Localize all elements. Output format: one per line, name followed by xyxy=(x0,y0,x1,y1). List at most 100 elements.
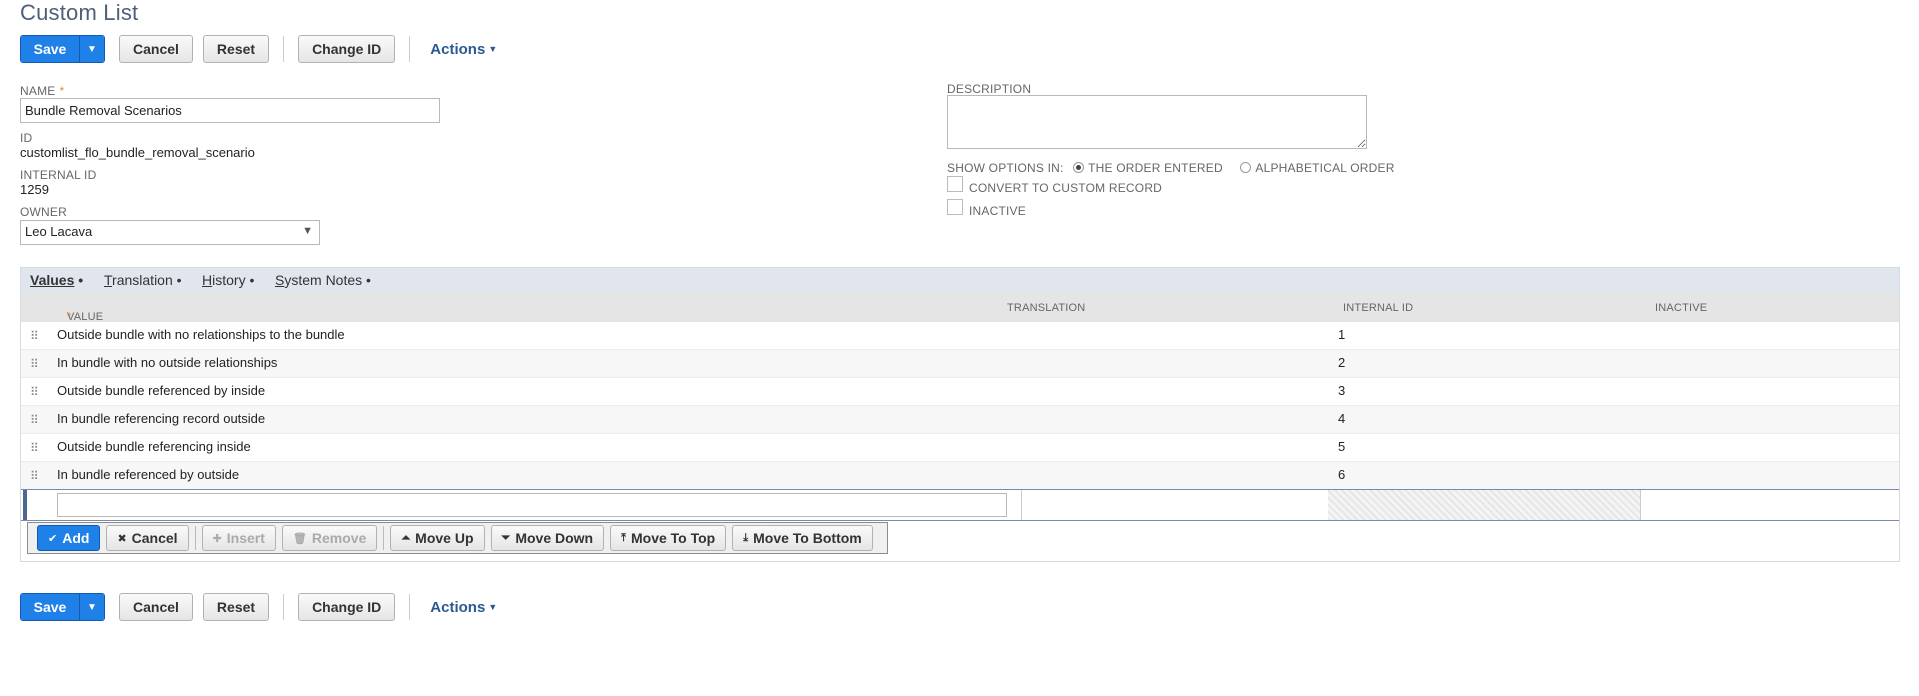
show-options-label: SHOW OPTIONS IN: THE ORDER ENTERED ALPHA… xyxy=(947,161,1395,175)
toolbar-separator xyxy=(283,36,285,62)
actions-label: Actions xyxy=(430,40,486,58)
row-internal-id: 1 xyxy=(1338,327,1346,342)
edit-row-indicator xyxy=(23,490,27,520)
drag-handle-icon[interactable]: ⠿ xyxy=(30,413,39,427)
save-button[interactable]: Save ▼ xyxy=(20,35,105,63)
internal-id-value: 1259 xyxy=(20,182,49,197)
inactive-checkbox[interactable] xyxy=(947,199,963,215)
save-dropdown-icon[interactable]: ▼ xyxy=(79,36,104,62)
toolbar-separator xyxy=(283,594,285,620)
plus-icon: ✚ xyxy=(212,532,222,545)
drag-handle-icon[interactable]: ⠿ xyxy=(30,469,39,483)
internal-id-label: INTERNAL ID xyxy=(20,168,97,182)
description-field[interactable] xyxy=(947,95,1367,149)
tab-values[interactable]: Values • xyxy=(30,272,83,288)
col-inactive: INACTIVE xyxy=(1655,302,1708,314)
drag-handle-icon[interactable]: ⠿ xyxy=(30,441,39,455)
new-translation-cell[interactable] xyxy=(1021,490,1342,520)
tab-translation-label: ranslation xyxy=(112,272,173,288)
change-id-button[interactable]: Change ID xyxy=(298,35,396,63)
owner-select[interactable]: Leo Lacava ▼ xyxy=(20,220,320,245)
table-row[interactable]: ⠿ In bundle with no outside relationship… xyxy=(21,350,1899,378)
bottom-toolbar: Save ▼ Cancel Reset Change ID Actions ▼ xyxy=(20,592,497,622)
row-internal-id: 5 xyxy=(1338,439,1346,454)
cancel-line-button[interactable]: ✖ Cancel xyxy=(106,525,189,551)
name-label-text: NAME xyxy=(20,84,56,98)
actions-menu[interactable]: Actions ▼ xyxy=(430,41,497,58)
save-button[interactable]: Save ▼ xyxy=(20,593,105,621)
tab-history[interactable]: History • xyxy=(202,272,254,288)
tab-values-accesskey: V xyxy=(30,272,39,288)
col-internal-id: INTERNAL ID xyxy=(1343,302,1414,314)
reset-button[interactable]: Reset xyxy=(202,35,270,63)
table-row[interactable]: ⠿ Outside bundle with no relationships t… xyxy=(21,322,1899,350)
name-field[interactable] xyxy=(20,98,440,123)
reset-button[interactable]: Reset xyxy=(202,593,270,621)
remove-label: Remove xyxy=(311,530,367,546)
move-down-button[interactable]: ⏷ Move Down xyxy=(490,525,605,551)
insert-label: Insert xyxy=(226,530,265,546)
move-up-label: Move Up xyxy=(415,530,474,546)
add-line-button[interactable]: ✔ Add xyxy=(37,525,101,551)
row-value: Outside bundle referenced by inside xyxy=(57,383,266,398)
actions-label: Actions xyxy=(430,598,486,616)
save-button-label[interactable]: Save xyxy=(21,594,79,620)
change-id-button[interactable]: Change ID xyxy=(298,593,396,621)
remove-line-button[interactable]: 🗑 Remove xyxy=(281,525,378,551)
table-row[interactable]: ⠿ In bundle referenced by outside 6 xyxy=(21,462,1899,490)
move-top-icon: ⤒ xyxy=(621,531,626,544)
row-internal-id: 4 xyxy=(1338,411,1346,426)
row-internal-id: 3 xyxy=(1338,383,1346,398)
convert-label: CONVERT TO CUSTOM RECORD xyxy=(969,181,1163,195)
order-entered-label: THE ORDER ENTERED xyxy=(1088,161,1223,175)
save-button-label[interactable]: Save xyxy=(21,36,79,62)
check-icon: ✔ xyxy=(48,532,58,545)
tab-history-label: istory xyxy=(212,272,246,288)
move-to-top-button[interactable]: ⤒ Move To Top xyxy=(610,525,727,551)
move-bottom-icon: ⤓ xyxy=(743,531,749,544)
tab-translation[interactable]: Translation • xyxy=(104,272,182,288)
cancel-button[interactable]: Cancel xyxy=(119,35,193,63)
id-label: ID xyxy=(20,131,33,145)
radio-alphabetical[interactable] xyxy=(1240,162,1252,173)
save-dropdown-icon[interactable]: ▼ xyxy=(79,594,104,620)
top-toolbar: Save ▼ Cancel Reset Change ID Actions ▼ xyxy=(20,34,497,64)
move-down-label: Move Down xyxy=(515,530,594,546)
tab-system-notes-label: ystem Notes xyxy=(284,272,363,288)
table-row[interactable]: ⠿ In bundle referencing record outside 4 xyxy=(21,406,1899,434)
trash-icon: 🗑 xyxy=(292,532,307,545)
row-value: In bundle referencing record outside xyxy=(57,411,266,426)
cancel-button[interactable]: Cancel xyxy=(119,593,193,621)
move-up-button[interactable]: ⏶ Move Up xyxy=(390,525,485,551)
convert-checkbox[interactable] xyxy=(947,176,963,192)
insert-line-button[interactable]: ✚ Insert xyxy=(201,525,276,551)
inactive-label: INACTIVE xyxy=(969,204,1026,218)
row-value: Outside bundle referencing inside xyxy=(57,439,251,454)
move-to-bottom-button[interactable]: ⤓ Move To Bottom xyxy=(732,525,873,551)
new-line-edit-row xyxy=(21,489,1899,521)
tab-system-notes[interactable]: System Notes • xyxy=(275,272,371,288)
tab-values-label: alues xyxy=(38,272,75,288)
owner-value: Leo Lacava xyxy=(25,224,93,239)
table-row[interactable]: ⠿ Outside bundle referencing inside 5 xyxy=(21,434,1899,462)
new-inactive-cell[interactable] xyxy=(1640,490,1641,520)
sublist-toolbar: ✔ Add ✖ Cancel ✚ Insert 🗑 Remove ⏶ Move Up ⏷ M… xyxy=(27,522,888,554)
row-value: In bundle referenced by outside xyxy=(57,467,240,482)
actions-menu[interactable]: Actions ▼ xyxy=(430,599,497,616)
cancel-label: Cancel xyxy=(131,530,178,546)
table-row[interactable]: ⠿ Outside bundle referenced by inside 3 xyxy=(21,378,1899,406)
drag-handle-icon[interactable]: ⠿ xyxy=(30,357,39,371)
arrow-up-icon: ⏶ xyxy=(401,531,411,544)
drag-handle-icon[interactable]: ⠿ xyxy=(30,385,39,399)
id-value: customlist_flo_bundle_removal_scenario xyxy=(20,145,255,160)
close-icon: ✖ xyxy=(117,532,127,545)
tab-history-accesskey: H xyxy=(202,272,213,288)
required-marker: * xyxy=(59,84,65,98)
radio-order-entered[interactable] xyxy=(1073,162,1085,173)
new-value-input[interactable] xyxy=(57,493,1007,517)
table-header: VALUE * TRANSLATION INTERNAL ID INACTIVE xyxy=(21,293,1899,323)
new-internal-id-cell xyxy=(1328,490,1640,520)
row-value: Outside bundle with no relationships to … xyxy=(57,327,345,342)
drag-handle-icon[interactable]: ⠿ xyxy=(30,329,39,343)
toolbar-separator xyxy=(409,594,411,620)
